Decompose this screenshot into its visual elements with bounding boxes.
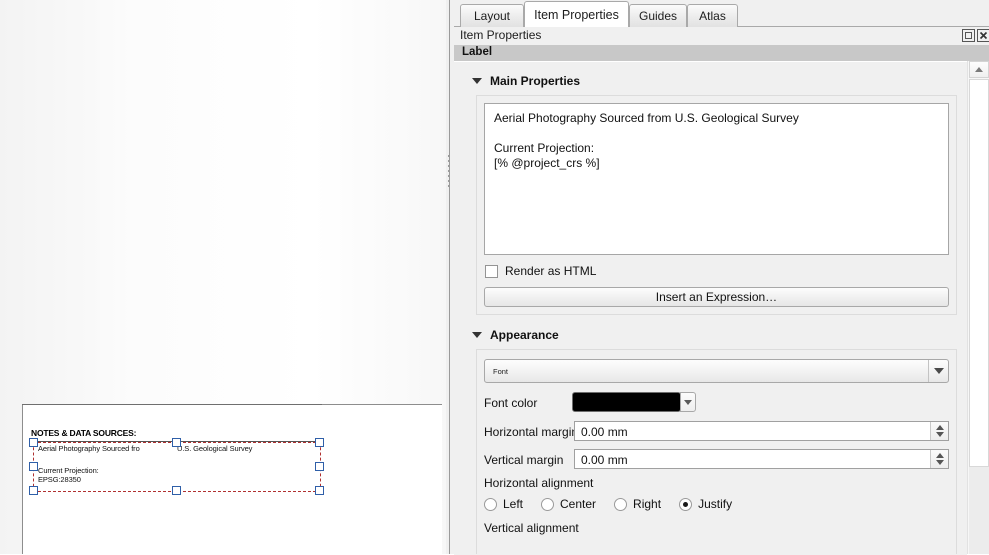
tab-guides[interactable]: Guides (629, 4, 687, 27)
resize-handle-bottom-right[interactable] (315, 486, 324, 495)
vertical-margin-spinbox[interactable]: 0.00 mm (574, 449, 949, 469)
scrollbar-thumb[interactable] (969, 79, 989, 467)
group-header-appearance-label: Appearance (490, 328, 559, 342)
label-text-input[interactable]: Aerial Photography Sourced from U.S. Geo… (484, 103, 949, 255)
group-bar-label-text: Label (462, 46, 492, 58)
layout-label-item-notes[interactable]: NOTES & DATA SOURCES: Aerial Photography… (31, 428, 321, 496)
resize-handle-top-right[interactable] (315, 438, 324, 447)
font-color-dropdown-icon[interactable] (680, 392, 696, 412)
font-selector-button[interactable]: Font (484, 359, 949, 383)
collapse-triangle-icon (472, 78, 482, 84)
vertical-margin-value: 0.00 mm (581, 453, 628, 467)
insert-expression-button[interactable]: Insert an Expression… (484, 287, 949, 307)
tab-item-properties-label: Item Properties (534, 8, 619, 22)
group-header-main-properties[interactable]: Main Properties (472, 74, 580, 88)
resize-handle-top-center[interactable] (172, 438, 181, 447)
radio-align-right-indicator[interactable] (614, 498, 627, 511)
resize-handle-top-left[interactable] (29, 438, 38, 447)
group-header-main-properties-label: Main Properties (490, 74, 580, 88)
radio-align-justify-label: Justify (698, 497, 732, 511)
resize-handle-middle-left[interactable] (29, 462, 38, 471)
tab-guides-label: Guides (639, 9, 677, 23)
radio-align-right[interactable]: Right (614, 497, 661, 511)
radio-align-center-label: Center (560, 497, 596, 511)
tab-atlas[interactable]: Atlas (687, 4, 738, 27)
splitter-line (449, 0, 450, 554)
horizontal-margin-value: 0.00 mm (581, 425, 628, 439)
collapse-triangle-icon (472, 332, 482, 338)
tab-item-properties[interactable]: Item Properties (524, 1, 629, 27)
splitter-grip[interactable] (448, 155, 451, 187)
properties-scrollbar[interactable] (967, 61, 989, 554)
chevron-down-icon[interactable] (928, 360, 948, 382)
font-color-label: Font color (484, 396, 537, 410)
vertical-alignment-label: Vertical alignment (484, 521, 579, 535)
scrollbar-up-arrow-icon[interactable] (969, 61, 989, 78)
render-as-html-checkbox[interactable] (485, 265, 498, 278)
close-icon[interactable] (977, 29, 989, 42)
dock-title: Item Properties (460, 28, 541, 42)
group-bar-label: Label (454, 45, 989, 61)
horizontal-margin-stepper[interactable] (930, 422, 948, 440)
dock-tab-bar: Layout Item Properties Guides Atlas (454, 0, 989, 27)
vertical-margin-label: Vertical margin (484, 453, 563, 467)
insert-expression-label: Insert an Expression… (656, 290, 777, 304)
layout-canvas[interactable]: NOTES & DATA SOURCES: Aerial Photography… (0, 0, 448, 554)
horizontal-alignment-radio-group[interactable]: Left Center Right Justify (484, 497, 732, 511)
float-icon[interactable] (962, 29, 975, 42)
horizontal-margin-label: Horizontal margin (484, 425, 578, 439)
tab-layout[interactable]: Layout (460, 4, 524, 27)
radio-align-right-label: Right (633, 497, 661, 511)
selection-marquee (33, 442, 321, 492)
panel-splitter[interactable] (446, 0, 454, 554)
radio-align-left-indicator[interactable] (484, 498, 497, 511)
group-header-appearance[interactable]: Appearance (472, 328, 559, 342)
font-selector-value: Font (493, 367, 508, 376)
horizontal-margin-spinbox[interactable]: 0.00 mm (574, 421, 949, 441)
layout-page-top-rule (22, 404, 322, 405)
radio-align-center[interactable]: Center (541, 497, 596, 511)
vertical-margin-stepper[interactable] (930, 450, 948, 468)
dock-title-bar: Item Properties (454, 27, 989, 45)
notes-title: NOTES & DATA SOURCES: (31, 428, 136, 438)
radio-align-left-label: Left (503, 497, 523, 511)
radio-align-justify-indicator[interactable] (679, 498, 692, 511)
render-as-html-label: Render as HTML (505, 264, 596, 278)
scrollbar-track[interactable] (969, 467, 989, 554)
resize-handle-middle-right[interactable] (315, 462, 324, 471)
radio-align-left[interactable]: Left (484, 497, 523, 511)
horizontal-alignment-label: Horizontal alignment (484, 476, 593, 490)
resize-handle-bottom-left[interactable] (29, 486, 38, 495)
tab-atlas-label: Atlas (699, 9, 726, 23)
tab-layout-label: Layout (474, 9, 510, 23)
render-as-html-row[interactable]: Render as HTML (485, 264, 596, 278)
font-color-swatch[interactable] (572, 392, 681, 412)
resize-handle-bottom-center[interactable] (172, 486, 181, 495)
radio-align-justify[interactable]: Justify (679, 497, 732, 511)
radio-align-center-indicator[interactable] (541, 498, 554, 511)
